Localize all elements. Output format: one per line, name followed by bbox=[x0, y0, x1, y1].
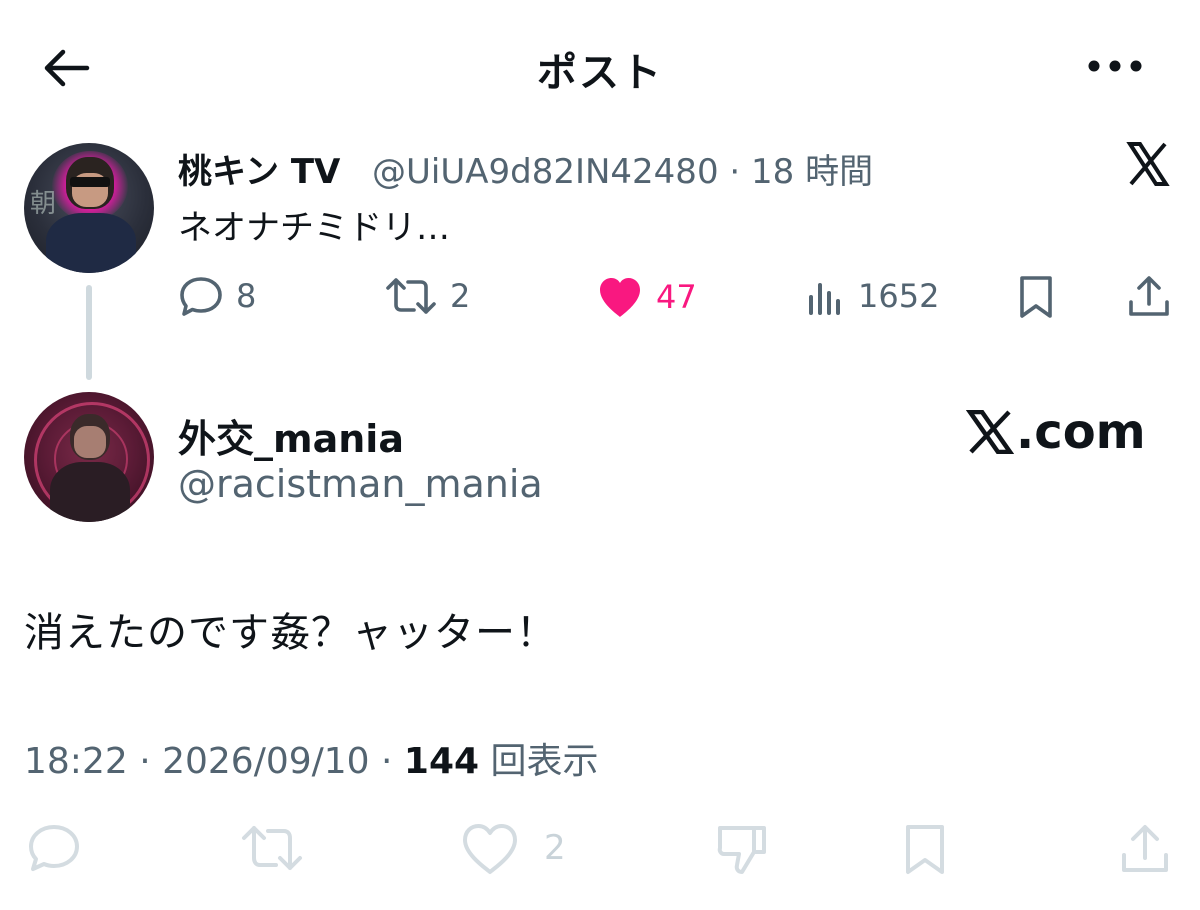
share-icon bbox=[1126, 274, 1172, 320]
views-label: 回表示 bbox=[479, 741, 599, 782]
bookmark-icon bbox=[1016, 274, 1056, 320]
heart-filled-icon bbox=[596, 275, 644, 319]
x-com-watermark: .com bbox=[966, 404, 1146, 460]
display-name[interactable]: 外交_mania bbox=[178, 408, 404, 463]
bookmark-icon bbox=[900, 822, 950, 876]
header: ポスト bbox=[0, 0, 1200, 130]
like-count: 2 bbox=[544, 828, 566, 868]
display-name[interactable]: 桃キン TV bbox=[178, 144, 340, 193]
like-button[interactable]: 47 bbox=[596, 275, 697, 319]
repost-button[interactable]: 2 bbox=[384, 275, 470, 317]
x-logo-icon bbox=[966, 410, 1014, 454]
reply-count: 8 bbox=[236, 277, 257, 315]
reply-icon bbox=[26, 822, 82, 874]
watermark-suffix: .com bbox=[1016, 404, 1146, 460]
post-text: 消えたのです姦？ャッター！ bbox=[24, 610, 557, 656]
handle-and-time[interactable]: @UiUA9d82IN42480 · 18 時間 bbox=[372, 144, 873, 193]
like-count: 47 bbox=[656, 278, 697, 316]
thumbs-down-icon bbox=[714, 822, 770, 876]
repost-count: 2 bbox=[450, 277, 471, 315]
page-title: ポスト bbox=[537, 50, 663, 96]
avatar[interactable] bbox=[24, 392, 154, 522]
reply-icon bbox=[178, 275, 224, 317]
analytics-icon bbox=[806, 275, 846, 317]
share-icon bbox=[1118, 822, 1172, 876]
like-button[interactable] bbox=[460, 822, 520, 876]
x-logo-icon bbox=[1124, 140, 1172, 188]
dislike-button[interactable] bbox=[714, 822, 770, 876]
more-button[interactable] bbox=[1080, 44, 1150, 88]
timestamp[interactable]: 18:22 · 2026/09/10 · bbox=[24, 741, 404, 782]
more-horizontal-icon bbox=[1087, 59, 1143, 73]
views-button[interactable]: 1652 bbox=[806, 275, 939, 317]
handle[interactable]: @racistman_mania bbox=[178, 462, 543, 506]
repost-icon bbox=[240, 822, 304, 874]
avatar[interactable]: 朝 bbox=[24, 143, 154, 273]
post-meta: 18:22 · 2026/09/10 · 144 回表示 bbox=[24, 732, 599, 784]
bookmark-button[interactable] bbox=[1016, 274, 1056, 320]
repost-icon bbox=[384, 275, 438, 317]
repost-button[interactable] bbox=[240, 822, 304, 874]
reply-button[interactable] bbox=[26, 822, 82, 874]
share-button[interactable] bbox=[1126, 274, 1172, 320]
heart-icon bbox=[460, 822, 520, 876]
views-count: 1652 bbox=[858, 277, 940, 315]
bookmark-button[interactable] bbox=[900, 822, 950, 876]
post-text: ネオナチミドリ… bbox=[178, 208, 450, 248]
views-count: 144 bbox=[403, 741, 480, 782]
reply-button[interactable]: 8 bbox=[178, 275, 256, 317]
thread-line bbox=[86, 285, 92, 380]
share-button[interactable] bbox=[1118, 822, 1172, 876]
